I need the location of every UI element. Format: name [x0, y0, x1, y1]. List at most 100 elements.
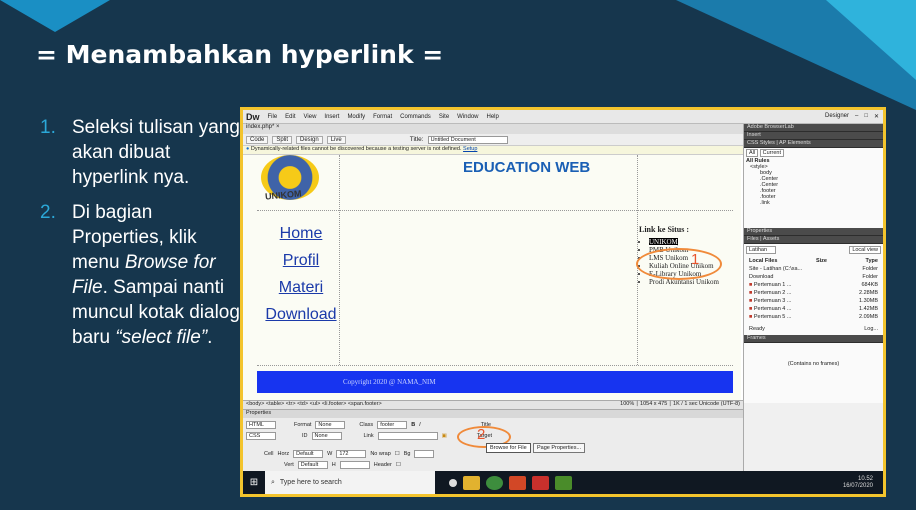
menu-file[interactable]: File	[268, 114, 278, 120]
properties-panel-tab[interactable]: Properties	[744, 228, 883, 236]
bg-input[interactable]	[414, 450, 435, 458]
file-row[interactable]: ■ Pertemuan 2 ... 2.28MB	[746, 289, 881, 297]
panel-tab-css-styles[interactable]: CSS Styles | AP Elements	[744, 140, 883, 148]
frames-panel-tab[interactable]: Frames	[744, 335, 883, 343]
workspace-switcher[interactable]: Designer	[825, 113, 849, 120]
slide-title: = Menambahkan hyperlink =	[36, 40, 444, 69]
header-label: Header	[373, 462, 392, 468]
info-bar: ● Dynamically-related files cannot be di…	[243, 146, 743, 155]
italic-button[interactable]: I	[419, 422, 421, 428]
menu-site[interactable]: Site	[439, 114, 449, 120]
height-label: H	[331, 462, 336, 468]
chrome-icon[interactable]	[486, 475, 503, 490]
file-row[interactable]: Download Folder	[746, 273, 881, 281]
nav-links: Home Profil Materi Download	[261, 225, 341, 333]
css-styles-body: All Current All Rules <style> body .Cent…	[744, 148, 883, 228]
format-label: Format	[294, 422, 312, 428]
document-tab[interactable]: index.php* ×	[243, 124, 743, 134]
split-view-button[interactable]: Split	[272, 135, 293, 144]
info-text: Dynamically-related files cannot be disc…	[250, 146, 462, 152]
document-title-input[interactable]: Untitled Document	[427, 135, 508, 144]
format-select[interactable]: None	[315, 421, 346, 429]
pdf-icon: ■	[749, 298, 753, 304]
file-row[interactable]: Site - Latihan (C:\xa... Folder	[746, 265, 881, 273]
menu-insert[interactable]: Insert	[324, 114, 339, 120]
panel-tab-browserlab[interactable]: Adobe BrowserLab	[744, 124, 883, 132]
pdf-icon: ■	[749, 290, 753, 296]
setup-link[interactable]: Setup	[463, 146, 477, 152]
menu-commands[interactable]: Commands	[400, 114, 431, 120]
menu-modify[interactable]: Modify	[347, 114, 365, 120]
powerpoint-icon[interactable]	[509, 475, 526, 490]
minimize-icon[interactable]: –	[855, 113, 858, 120]
id-select[interactable]: None	[311, 432, 342, 440]
properties-panel: Properties HTML Format None Class footer…	[243, 409, 743, 471]
nav-profil-link[interactable]: Profil	[261, 252, 341, 270]
dreamweaver-taskbar-icon[interactable]	[555, 475, 572, 490]
pdf-reader-icon[interactable]	[532, 475, 549, 490]
file-row[interactable]: ■ Pertemuan 1 ... 684KB	[746, 281, 881, 289]
horz-label: Horz	[277, 451, 290, 457]
vert-select[interactable]: Default	[297, 461, 328, 469]
view-select[interactable]: Local view	[849, 246, 881, 254]
title-label: Title:	[409, 136, 424, 143]
class-select[interactable]: footer	[377, 421, 408, 429]
system-clock[interactable]: 10.52 16/07/2020	[843, 476, 883, 490]
file-explorer-icon[interactable]	[463, 475, 480, 490]
tag-selector[interactable]: <body> <table> <tr> <td> <ul> <li.footer…	[246, 401, 382, 409]
file-row[interactable]: ■ Pertemuan 3 ... 1.30MB	[746, 297, 881, 305]
width-input[interactable]: 172	[336, 450, 367, 458]
html-mode-button[interactable]: HTML	[246, 421, 276, 429]
document-toolbar: Code Split Design Live Title: Untitled D…	[243, 134, 743, 146]
bg-label: Bg	[403, 451, 411, 457]
logo-text: UNIKOM	[264, 188, 302, 202]
horz-select[interactable]: Default	[293, 450, 324, 458]
height-input[interactable]	[339, 461, 370, 469]
menu-window[interactable]: Window	[457, 114, 478, 120]
file-row[interactable]: ■ Pertemuan 5 ... 2.09MB	[746, 313, 881, 321]
files-panel-tab[interactable]: Files | Assets	[744, 236, 883, 244]
code-view-button[interactable]: Code	[246, 135, 269, 144]
menu-view[interactable]: View	[304, 114, 317, 120]
maximize-icon[interactable]: □	[864, 113, 868, 120]
pdf-icon: ■	[749, 306, 753, 312]
table-border	[257, 365, 733, 366]
log-button[interactable]: Log...	[864, 326, 878, 332]
design-canvas: UNIKOM EDUCATION WEB Home Profil Materi …	[243, 155, 741, 400]
windows-taskbar: ⊞ ⌕ Type here to search 10.52 16/07/2020	[243, 471, 883, 494]
menu-help[interactable]: Help	[487, 114, 499, 120]
link-input[interactable]	[377, 432, 438, 440]
css-mode-button[interactable]: CSS	[246, 432, 276, 440]
nav-home-link[interactable]: Home	[261, 225, 341, 243]
windows-start-icon[interactable]: ⊞	[243, 471, 265, 494]
live-view-button[interactable]: Live	[326, 135, 346, 144]
design-view-button[interactable]: Design	[296, 135, 323, 144]
task-view-icon[interactable]	[449, 478, 457, 487]
frames-body: (Contains no frames)	[744, 343, 883, 403]
step-text: Seleksi tulisan yang akan dibuat hyperli…	[72, 117, 240, 188]
menu-edit[interactable]: Edit	[285, 114, 295, 120]
link-item[interactable]: UNIKOM	[649, 238, 739, 246]
file-row[interactable]: ■ Pertemuan 4 ... 1.42MB	[746, 305, 881, 313]
page-properties-button[interactable]: Page Properties...	[533, 443, 586, 453]
nav-download-link[interactable]: Download	[261, 306, 341, 324]
files-header: Local Files Size Type	[749, 258, 878, 264]
files-status: Ready Log...	[749, 326, 878, 332]
bold-button[interactable]: B	[411, 422, 415, 428]
nowrap-checkbox[interactable]: ☐	[395, 451, 400, 457]
site-select[interactable]: Latihan	[746, 246, 776, 254]
menu-format[interactable]: Format	[373, 114, 392, 120]
step-2: 2. Di bagian Properties, klik menu Brows…	[40, 200, 240, 350]
annotation-circle-1	[636, 248, 722, 280]
link-item[interactable]: Prodi Akuntansi Unikom	[649, 278, 739, 286]
close-icon[interactable]: ✕	[874, 113, 879, 120]
css-all-button[interactable]: All	[746, 149, 759, 157]
menu-bar: Dw File Edit View Insert Modify Format C…	[243, 110, 883, 124]
css-current-button[interactable]: Current	[759, 149, 784, 157]
links-heading: Link ke Situs :	[639, 225, 690, 234]
taskbar-search[interactable]: ⌕ Type here to search	[265, 471, 435, 494]
panel-tab-insert[interactable]: Insert	[744, 132, 883, 140]
header-checkbox[interactable]: ☐	[396, 462, 401, 468]
browse-for-file-icon[interactable]: ▣	[442, 433, 447, 439]
nav-materi-link[interactable]: Materi	[261, 279, 341, 297]
